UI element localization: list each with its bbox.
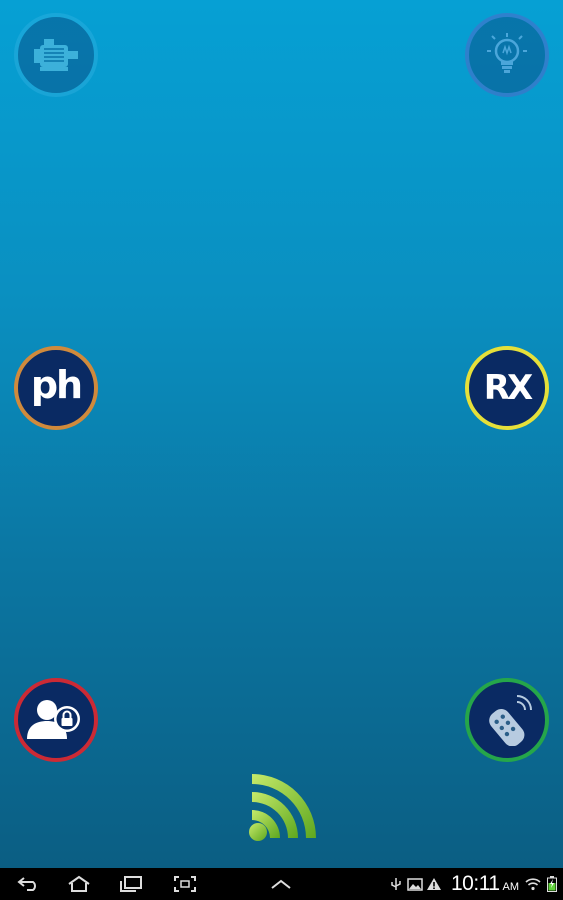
system-bar: 10:11 AM [0,868,563,900]
light-bulb-icon [487,33,527,73]
light-button[interactable] [465,13,549,97]
status-area: 10:11 AM [388,868,563,900]
clock-time: 10:11 [451,872,500,895]
remote-button[interactable] [465,678,549,762]
up-chevron-icon[interactable] [268,874,294,894]
clock-ampm: AM [502,881,520,893]
rx-button[interactable]: RX [465,346,549,430]
user-lock-button[interactable] [14,678,98,762]
remote-control-icon [489,695,532,746]
rx-label: RX [483,368,533,408]
ph-label: ph [30,363,83,407]
ph-button[interactable]: ph [14,346,98,430]
user-lock-icon [27,700,80,739]
screenshot-icon[interactable] [172,874,198,894]
motor-button[interactable] [14,13,98,97]
wifi-signal-icon[interactable] [244,770,318,848]
recent-apps-icon[interactable] [118,874,144,894]
wifi-icon [525,876,541,892]
battery-charging-icon [544,876,560,892]
image-icon [407,876,423,892]
home-icon[interactable] [66,874,92,894]
electric-motor-icon [34,39,78,71]
warning-icon [426,876,442,892]
home-screen: ph RX [0,0,563,868]
back-icon[interactable] [16,874,42,894]
usb-icon [388,876,404,892]
